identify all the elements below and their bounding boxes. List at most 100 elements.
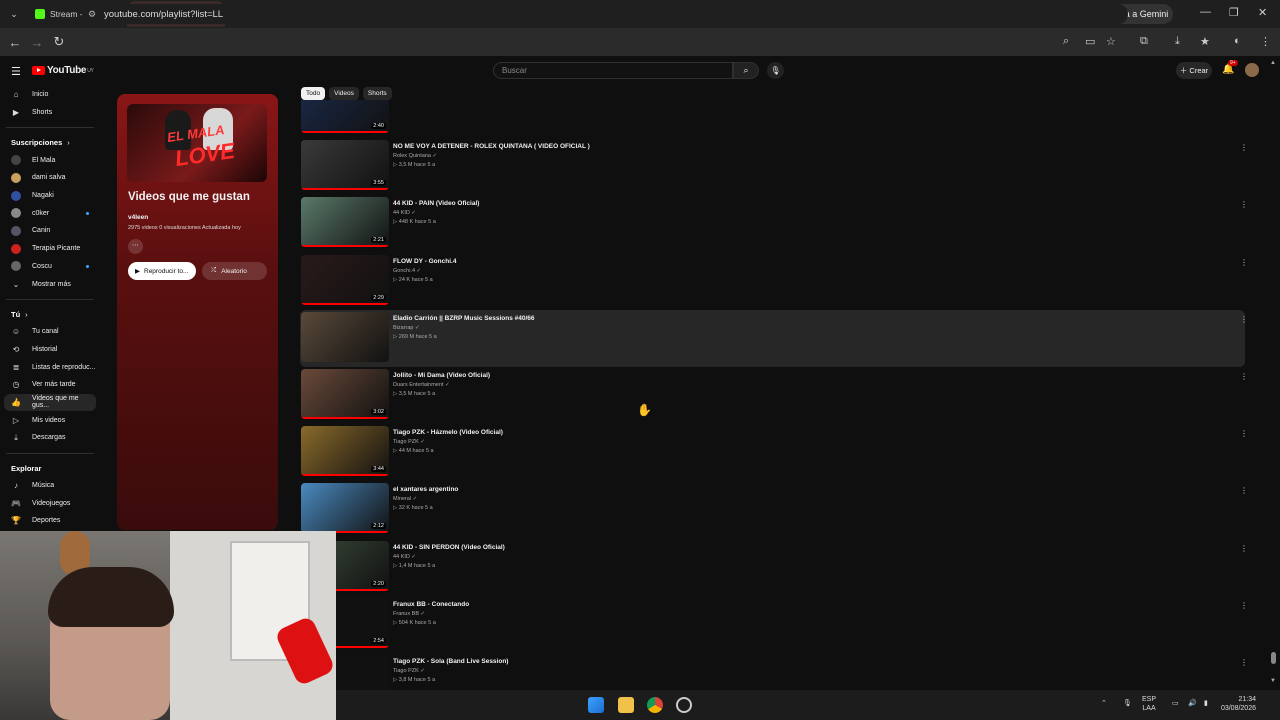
video-thumbnail[interactable]: 3:02 [301, 369, 389, 419]
file-explorer-icon[interactable] [618, 697, 634, 713]
browser-menu-icon[interactable]: ⋮ [1260, 35, 1271, 48]
site-info-icon[interactable]: ⚙ [88, 9, 96, 20]
video-title[interactable]: Jollito - Mi Dama (Video Oficial) [393, 372, 490, 379]
chrome-icon[interactable] [647, 697, 663, 713]
video-thumbnail[interactable]: 3:44 [301, 426, 389, 477]
extensions-icon[interactable]: ⧉ [1140, 35, 1148, 48]
sidebar-item[interactable]: ▶ Shorts [0, 104, 100, 122]
subscription-item[interactable]: Canin [0, 222, 100, 240]
more-options-icon[interactable]: ⋮ [1240, 258, 1248, 267]
restore-icon[interactable]: ❐ [1229, 6, 1239, 19]
video-row[interactable]: 3:02 Jollito - Mi Dama (Video Oficial) Dua… [300, 367, 1248, 424]
scroll-down-icon[interactable]: ▼ [1270, 678, 1276, 684]
voice-search-icon[interactable]: 🎙 [767, 62, 784, 79]
video-channel[interactable]: Franux BB ✓ [393, 611, 425, 617]
tray-mic-icon[interactable]: 🎙 [1123, 699, 1132, 708]
sidebar-item[interactable]: ⟲ Historial [0, 341, 100, 359]
video-title[interactable]: Franux BB - Conectando [393, 601, 469, 608]
video-title[interactable]: Tiago PZK - Házmelo (Video Oficial) [393, 429, 503, 436]
shuffle-button[interactable]: ⤮ Aleatorio [202, 262, 267, 280]
video-channel[interactable]: Rolex Quintana ✓ [393, 153, 437, 159]
forward-icon[interactable]: → [26, 35, 48, 50]
more-options-icon[interactable]: ⋮ [1240, 200, 1248, 209]
url-field[interactable]: ⚙ youtube.com/playlist?list=LL [82, 4, 1128, 24]
video-title[interactable]: Eladio Carrión || BZRP Music Sessions #4… [393, 315, 535, 322]
zoom-icon[interactable]: ⌕ [1063, 35, 1069, 48]
menu-icon[interactable]: ☰ [11, 65, 21, 78]
video-row[interactable]: 2:21 44 KID - PAIN (Video Oficial) 44 KID … [300, 195, 1248, 252]
video-row[interactable]: Eladio Carrión || BZRP Music Sessions #4… [300, 309, 1248, 367]
video-title[interactable]: NO ME VOY A DETENER - ROLEX QUINTANA ( V… [393, 143, 590, 150]
clock[interactable]: 21:34 03/08/2026 [1216, 695, 1256, 713]
reload-icon[interactable]: ↻ [48, 34, 70, 50]
minimize-icon[interactable]: — [1200, 6, 1211, 18]
sidebar-item[interactable]: ≣ Listas de reproduc... [0, 358, 100, 376]
tab-search-button[interactable]: ⌄ [3, 3, 25, 25]
cast-icon[interactable]: ▭ [1085, 35, 1095, 48]
subscription-item[interactable]: Terapia Picante [0, 240, 100, 258]
search-icon[interactable]: ⌕ [733, 62, 759, 79]
subscription-item[interactable]: Coscu [0, 258, 100, 276]
sidebar-item[interactable]: ♪ Música [0, 477, 100, 495]
profile-icon[interactable]: ◐ [1234, 35, 1241, 47]
volume-icon[interactable]: 🔊 [1188, 699, 1197, 708]
sidebar-item[interactable]: ▷ Mis videos [0, 411, 100, 429]
video-channel[interactable]: Bizarrap ✓ [393, 325, 420, 331]
more-options-icon[interactable]: ⋮ [1240, 486, 1248, 495]
create-button[interactable]: ＋ Crear [1176, 62, 1212, 79]
video-title[interactable]: 44 KID - PAIN (Video Oficial) [393, 200, 479, 207]
sidebar-item[interactable]: ⤓ Descargas [0, 429, 100, 447]
more-options-icon[interactable]: ⋮ [1240, 601, 1248, 610]
scrollbar[interactable]: ▲ ▼ [1268, 60, 1278, 690]
playlist-owner[interactable]: v4leen [128, 214, 148, 221]
close-window-icon[interactable]: ✕ [1258, 6, 1267, 19]
sidebar-item[interactable]: ⌂ Inicio [0, 86, 100, 104]
scrollbar-thumb[interactable] [1271, 652, 1276, 664]
video-row[interactable]: Tiago PZK - Sola (Band Live Session) Tiag… [300, 653, 1248, 690]
more-options-icon[interactable]: ⋯ [128, 239, 143, 254]
video-channel[interactable]: Tiago PZK ✓ [393, 668, 425, 674]
subscriptions-header[interactable]: Suscripciones › [0, 134, 100, 151]
video-thumbnail[interactable]: 3:55 [301, 140, 389, 191]
video-thumbnail[interactable]: 2:21 [301, 197, 389, 248]
notifications-icon[interactable]: 🔔 9+ [1222, 60, 1238, 75]
more-options-icon[interactable]: ⋮ [1240, 429, 1248, 438]
video-title[interactable]: el xantares argentino [393, 486, 458, 493]
video-thumbnail[interactable] [301, 311, 389, 362]
video-channel[interactable]: Duars Entertainment ✓ [393, 382, 450, 388]
video-thumbnail[interactable]: 2:29 [301, 254, 389, 305]
search-input[interactable]: Buscar [493, 62, 733, 79]
video-row[interactable]: 2:12 el xantares argentino Mineral ✓ ▷ 32 K… [300, 481, 1248, 538]
battery-icon[interactable]: ▮ [1204, 699, 1208, 708]
play-all-button[interactable]: ▶ Reproducir to... [128, 262, 196, 280]
sidebar-item[interactable]: ◷ Ver más tarde [0, 376, 100, 394]
you-header[interactable]: Tú › [0, 306, 100, 323]
sidebar-item[interactable]: 🏆 Deportes [0, 512, 100, 530]
more-options-icon[interactable]: ⋮ [1240, 372, 1248, 381]
start-icon[interactable] [588, 697, 604, 713]
subscription-item[interactable]: El Mala [0, 151, 100, 169]
video-channel[interactable]: Gonchi.4 ✓ [393, 268, 421, 274]
video-row[interactable]: 3:44 Tiago PZK - Házmelo (Video Oficial) T… [300, 424, 1248, 481]
video-channel[interactable]: 44 KID ✓ [393, 554, 416, 560]
video-row[interactable]: 2:54 Franux BB - Conectando Franux BB ✓ ▷ 5… [300, 596, 1248, 653]
video-channel[interactable]: 44 KID ✓ [393, 210, 416, 216]
subscription-item[interactable]: dami salva [0, 169, 100, 187]
obs-icon[interactable] [676, 697, 692, 713]
video-thumbnail[interactable]: 2:12 [301, 483, 389, 534]
more-options-icon[interactable]: ⋮ [1240, 658, 1248, 667]
tray-chevron-icon[interactable]: ⌃ [1101, 699, 1107, 708]
video-row[interactable]: 2:40▷ 185 M hace 5 a [300, 100, 1245, 138]
video-channel[interactable]: Tiago PZK ✓ [393, 439, 425, 445]
show-more-button[interactable]: ⌄ Mostrar más [0, 275, 100, 293]
youtube-logo[interactable]: YouTube UY [32, 65, 94, 76]
favorites-icon[interactable]: ★ [1200, 35, 1210, 48]
language-indicator[interactable]: ESP LAA [1142, 695, 1156, 713]
video-thumbnail[interactable]: 2:40 [301, 100, 389, 133]
filter-chip[interactable]: Shorts [362, 87, 392, 100]
downloads-icon[interactable]: ⤓ [1175, 35, 1180, 48]
subscription-item[interactable]: c0ker [0, 204, 100, 222]
video-title[interactable]: 44 KID - SIN PERDON (Video Oficial) [393, 544, 505, 551]
more-options-icon[interactable]: ⋮ [1240, 315, 1248, 324]
sidebar-item[interactable]: 🎮 Videojuegos [0, 494, 100, 512]
